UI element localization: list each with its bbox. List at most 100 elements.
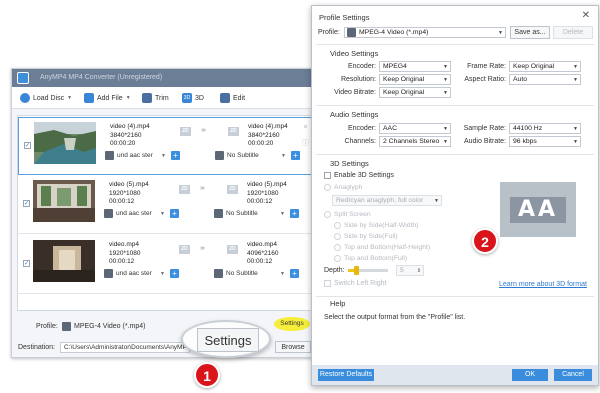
- split-option-radio[interactable]: Side by Side(Half-Width): [334, 222, 418, 229]
- settings-zoom-callout: Settings: [181, 320, 271, 358]
- add-subtitle-button[interactable]: +: [290, 209, 299, 218]
- depth-slider-handle[interactable]: [354, 266, 359, 275]
- split-option-label: Side by Side(Half-Width): [344, 222, 419, 229]
- chevron-down-icon: ▼: [160, 271, 165, 277]
- row-checkbox[interactable]: ✓: [24, 142, 31, 149]
- restore-defaults-button[interactable]: Restore Defaults: [318, 369, 374, 381]
- browse-button[interactable]: Browse: [275, 341, 311, 353]
- output-filename: video.mp4: [247, 241, 277, 248]
- subtitle-icon: [214, 209, 223, 218]
- settings-button[interactable]: Settings: [274, 317, 310, 331]
- frame-rate-select[interactable]: Keep Original ▼: [509, 61, 581, 72]
- anaglyph-radio[interactable]: Anaglyph: [324, 184, 362, 191]
- video-bitrate-value: Keep Original: [383, 89, 425, 96]
- checkbox-box: [324, 280, 331, 287]
- 3d-preview: AA: [500, 182, 576, 237]
- add-audio-button[interactable]: +: [170, 269, 179, 278]
- 3d-button[interactable]: 3D 3D: [182, 92, 204, 104]
- close-icon[interactable]: ×: [302, 124, 309, 131]
- edit-button[interactable]: Edit: [220, 92, 245, 104]
- 2d-badge: 2D: [180, 127, 191, 136]
- split-screen-radio[interactable]: Split Screen: [324, 211, 371, 218]
- learn-more-3d-link[interactable]: Learn more about 3D format: [499, 281, 587, 288]
- checkbox-box: [324, 172, 331, 179]
- save-as-button[interactable]: Save as...: [510, 26, 550, 39]
- audio-track-select[interactable]: und aac ster: [116, 209, 152, 218]
- info-icon[interactable]: ⓘ: [302, 140, 309, 147]
- audio-bitrate-select[interactable]: 96 kbps ▼: [509, 136, 581, 147]
- video-bitrate-select[interactable]: Keep Original ▼: [379, 87, 451, 98]
- row-checkbox[interactable]: ✓: [23, 200, 30, 207]
- split-option-radio[interactable]: Top and Bottom(Full): [334, 255, 407, 262]
- split-option-label: Side by Side(Full): [344, 233, 398, 240]
- depth-slider[interactable]: [348, 266, 388, 275]
- add-audio-button[interactable]: +: [171, 151, 180, 160]
- chevron-down-icon: ▼: [573, 77, 578, 83]
- encoder-label: Encoder:: [347, 63, 376, 70]
- output-resolution: 1920*1080: [247, 189, 279, 197]
- chevron-down-icon: ▼: [160, 211, 165, 217]
- 3d-label: 3D: [195, 94, 204, 102]
- subtitle-select[interactable]: No Subtitle: [226, 209, 258, 218]
- chevron-down-icon: ▼: [443, 139, 448, 145]
- load-disc-button[interactable]: Load Disc ▼: [20, 92, 72, 104]
- subtitle-select[interactable]: No Subtitle: [226, 269, 258, 278]
- add-audio-button[interactable]: +: [170, 209, 179, 218]
- aspect-ratio-value: Auto: [513, 76, 527, 83]
- split-option-radio[interactable]: Side by Side(Full): [334, 233, 398, 240]
- file-row[interactable]: ✓ video.mp4 1920*1080 00:00:12 2D ››› 2D…: [18, 236, 314, 294]
- convert-arrows-icon: ›››: [200, 185, 205, 192]
- profile-select[interactable]: MPEG-4 Video (*.mp4): [74, 323, 145, 330]
- radio-dot: [334, 222, 341, 229]
- dialog-profile-value: MPEG-4 Video (*.mp4): [359, 29, 429, 36]
- audio-track-select[interactable]: und aac ster: [116, 269, 152, 278]
- frame-rate-value: Keep Original: [513, 63, 555, 70]
- add-subtitle-button[interactable]: +: [291, 151, 300, 160]
- file-row[interactable]: ✓ video (4).mp4 3840*2160 00:00:20 2D ››…: [18, 117, 314, 175]
- trim-icon: [142, 93, 152, 103]
- output-duration: 00:00:12: [247, 198, 273, 205]
- output-bar: Profile: MPEG-4 Video (*.mp4) Destinatio…: [12, 317, 318, 359]
- close-icon[interactable]: ✕: [582, 10, 590, 21]
- resolution-select[interactable]: Keep Original ▼: [379, 74, 451, 85]
- anaglyph-label: Anaglyph: [334, 184, 363, 191]
- encoder-select[interactable]: MPEG4 ▼: [379, 61, 451, 72]
- audio-encoder-select[interactable]: AAC ▼: [379, 123, 451, 134]
- 3d-icon: 3D: [182, 93, 192, 103]
- trim-button[interactable]: Trim: [142, 92, 169, 104]
- delete-button[interactable]: Delete: [553, 26, 593, 39]
- enable-3d-checkbox[interactable]: Enable 3D Settings: [324, 172, 394, 179]
- video-settings-heading: Video Settings: [330, 49, 379, 58]
- depth-spinbox[interactable]: 5 ⇕: [396, 265, 424, 276]
- aspect-ratio-label: Aspect Ratio:: [464, 76, 506, 83]
- depth-label: Depth:: [324, 267, 345, 274]
- audio-track-select[interactable]: und aac ster: [117, 151, 153, 160]
- split-option-radio[interactable]: Top and Bottom(Half-Height): [334, 244, 430, 251]
- chevron-down-icon: ▼: [443, 90, 448, 96]
- audio-track-icon: [104, 269, 113, 278]
- source-resolution: 1920*1080: [109, 249, 141, 257]
- row-checkbox[interactable]: ✓: [23, 260, 30, 267]
- add-subtitle-button[interactable]: +: [290, 269, 299, 278]
- sample-rate-select[interactable]: 44100 Hz ▼: [509, 123, 581, 134]
- switch-left-right-checkbox[interactable]: Switch Left Right: [324, 280, 387, 287]
- chevron-down-icon: ▼: [280, 271, 285, 277]
- source-info: video (4).mp4 3840*2160 00:00:20: [110, 123, 150, 149]
- audio-encoder-label: Encoder:: [347, 125, 376, 132]
- dialog-profile-select[interactable]: MPEG-4 Video (*.mp4) ▼: [344, 27, 506, 38]
- anaglyph-select[interactable]: Red/cyan anaglyph, full color ▼: [332, 195, 442, 206]
- audio-encoder-value: AAC: [383, 125, 397, 132]
- 2d-badge: 2D: [227, 245, 238, 254]
- destination-input[interactable]: C:\Users\Administrator\Documents\AnyMP4: [60, 342, 190, 353]
- radio-dot: [324, 184, 331, 191]
- file-row[interactable]: ✓ video (5).mp4 1920*1080 00:00:12 2D ››…: [18, 176, 314, 234]
- subtitle-select[interactable]: No Subtitle: [227, 151, 259, 160]
- ok-button[interactable]: OK: [512, 369, 548, 381]
- chevron-down-icon: ▼: [443, 64, 448, 70]
- frame-rate-label: Frame Rate:: [467, 63, 506, 70]
- audio-track-icon: [104, 209, 113, 218]
- cancel-button[interactable]: Cancel: [554, 369, 592, 381]
- add-file-button[interactable]: Add File ▼: [84, 92, 131, 104]
- channels-select[interactable]: 2 Channels Stereo ▼: [379, 136, 451, 147]
- aspect-ratio-select[interactable]: Auto ▼: [509, 74, 581, 85]
